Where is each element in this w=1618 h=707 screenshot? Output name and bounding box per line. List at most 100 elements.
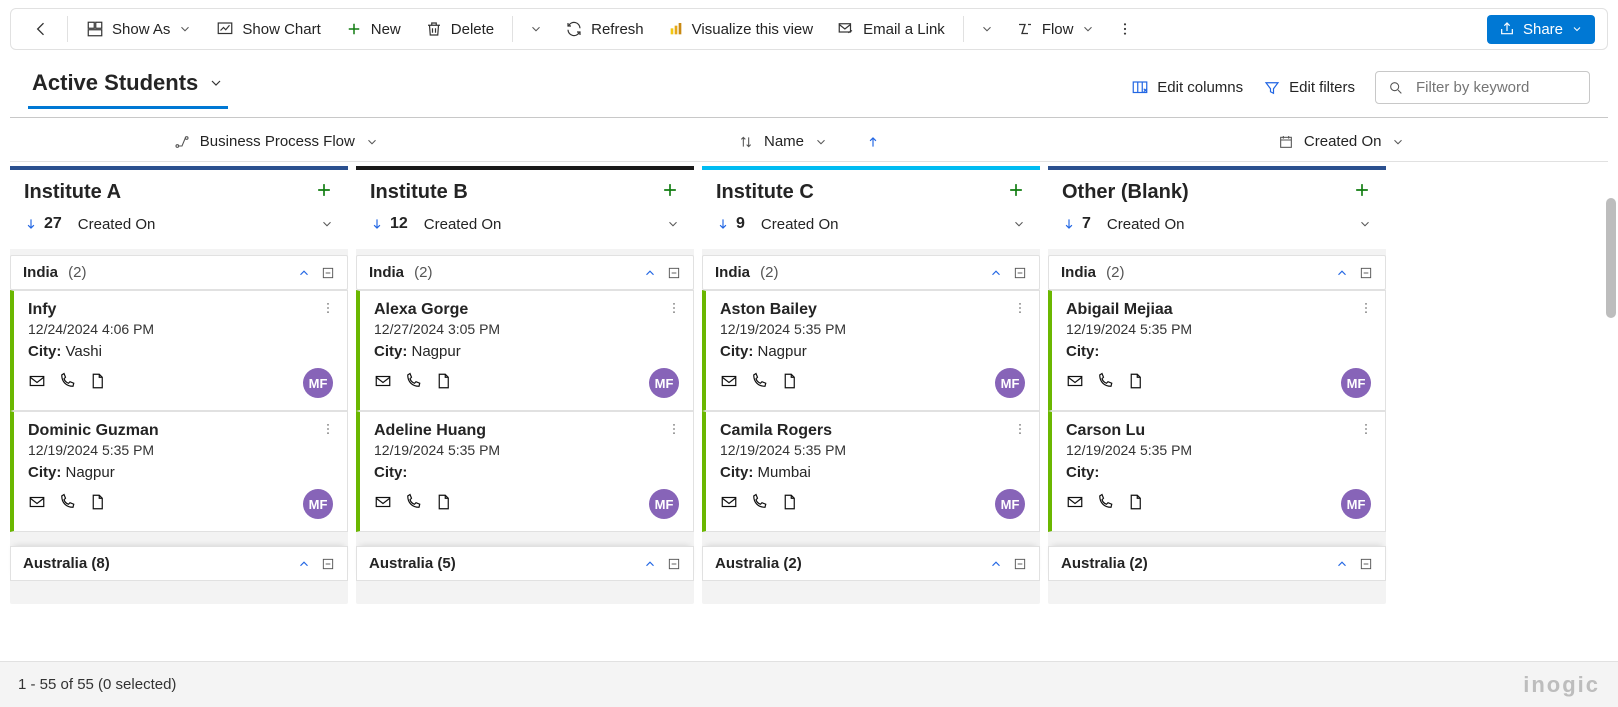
card-menu-button[interactable]: [667, 301, 681, 320]
avatar[interactable]: MF: [303, 368, 333, 398]
kanban-card[interactable]: Abigail Mejiaa12/19/2024 5:35 PMCity: MF: [1048, 290, 1386, 411]
refresh-button[interactable]: Refresh: [555, 14, 654, 44]
card-name: Camila Rogers: [720, 422, 1025, 440]
card-phone-button[interactable]: [750, 372, 768, 395]
group-header[interactable]: Australia (2): [702, 546, 1040, 581]
avatar[interactable]: MF: [1341, 489, 1371, 519]
group-header[interactable]: India (2): [356, 255, 694, 290]
avatar[interactable]: MF: [1341, 368, 1371, 398]
card-menu-button[interactable]: [667, 422, 681, 441]
add-card-button[interactable]: [1352, 180, 1372, 205]
group-header[interactable]: Australia (8): [10, 546, 348, 581]
card-doc-button[interactable]: [88, 493, 106, 516]
card-doc-button[interactable]: [434, 493, 452, 516]
add-card-button[interactable]: [1006, 180, 1026, 205]
card-phone-button[interactable]: [750, 493, 768, 516]
card-menu-button[interactable]: [1359, 422, 1373, 441]
card-mail-button[interactable]: [28, 372, 46, 395]
keyword-search[interactable]: [1375, 71, 1590, 104]
card-doc-button[interactable]: [780, 372, 798, 395]
avatar[interactable]: MF: [995, 368, 1025, 398]
card-mail-button[interactable]: [374, 372, 392, 395]
edit-columns-label: Edit columns: [1157, 79, 1243, 96]
avatar[interactable]: MF: [995, 489, 1025, 519]
card-menu-button[interactable]: [1359, 301, 1373, 320]
overflow-button[interactable]: [1109, 15, 1141, 43]
keyword-search-input[interactable]: [1414, 78, 1577, 97]
sort-created[interactable]: Created On: [1075, 133, 1608, 150]
chevron-up-icon: [297, 266, 311, 280]
lane-count[interactable]: 7: [1062, 215, 1091, 233]
sort-name[interactable]: Name: [543, 133, 1076, 150]
lane-count[interactable]: 27: [24, 215, 62, 233]
sort-bpf[interactable]: Business Process Flow: [10, 133, 543, 150]
card-mail-button[interactable]: [1066, 493, 1084, 516]
email-link-button[interactable]: Email a Link: [827, 14, 955, 44]
card-mail-button[interactable]: [28, 493, 46, 516]
avatar[interactable]: MF: [303, 489, 333, 519]
edit-columns-button[interactable]: Edit columns: [1131, 79, 1243, 97]
share-button[interactable]: Share: [1487, 15, 1595, 44]
card-doc-button[interactable]: [434, 372, 452, 395]
avatar[interactable]: MF: [649, 489, 679, 519]
card-doc-button[interactable]: [1126, 493, 1144, 516]
show-as-label: Show As: [112, 21, 170, 38]
card-menu-button[interactable]: [1013, 422, 1027, 441]
delete-split-button[interactable]: [521, 16, 551, 42]
lane-count[interactable]: 9: [716, 215, 745, 233]
card-mail-button[interactable]: [720, 493, 738, 516]
lane-sort[interactable]: Created On: [761, 216, 1026, 233]
card-mail-button[interactable]: [374, 493, 392, 516]
group-header[interactable]: Australia (2): [1048, 546, 1386, 581]
lane-count[interactable]: 12: [370, 215, 408, 233]
kanban-card[interactable]: Carson Lu12/19/2024 5:35 PMCity: MF: [1048, 411, 1386, 532]
lane-sort[interactable]: Created On: [1107, 216, 1372, 233]
card-phone-button[interactable]: [1096, 493, 1114, 516]
edit-filters-label: Edit filters: [1289, 79, 1355, 96]
group-header[interactable]: India (2): [1048, 255, 1386, 290]
vertical-scrollbar[interactable]: [1606, 198, 1616, 318]
add-card-button[interactable]: [660, 180, 680, 205]
show-as-button[interactable]: Show As: [76, 14, 202, 44]
kanban-card[interactable]: Alexa Gorge12/27/2024 3:05 PMCity: Nagpu…: [356, 290, 694, 411]
visualize-button[interactable]: Visualize this view: [658, 15, 823, 44]
lane-header: Institute A27Created On: [10, 166, 348, 249]
view-selector[interactable]: Active Students: [28, 66, 228, 109]
kanban-card[interactable]: Dominic Guzman12/19/2024 5:35 PMCity: Na…: [10, 411, 348, 532]
kanban-card[interactable]: Adeline Huang12/19/2024 5:35 PMCity: MF: [356, 411, 694, 532]
group-header[interactable]: Australia (5): [356, 546, 694, 581]
email-link-split-button[interactable]: [972, 16, 1002, 42]
card-doc-button[interactable]: [1126, 372, 1144, 395]
card-menu-button[interactable]: [321, 422, 335, 441]
kanban-card[interactable]: Aston Bailey12/19/2024 5:35 PMCity: Nagp…: [702, 290, 1040, 411]
card-phone-button[interactable]: [404, 372, 422, 395]
card-phone-button[interactable]: [1096, 372, 1114, 395]
group-header[interactable]: India (2): [702, 255, 1040, 290]
card-menu-button[interactable]: [321, 301, 335, 320]
add-card-button[interactable]: [314, 180, 334, 205]
back-button[interactable]: [23, 13, 59, 45]
flow-button[interactable]: Flow: [1006, 14, 1106, 44]
card-mail-button[interactable]: [720, 372, 738, 395]
lane-sort[interactable]: Created On: [424, 216, 680, 233]
edit-filters-button[interactable]: Edit filters: [1263, 79, 1355, 97]
show-chart-button[interactable]: Show Chart: [206, 14, 330, 44]
kanban-board: Institute A27Created OnIndia (2)Infy12/2…: [0, 166, 1618, 604]
card-doc-button[interactable]: [780, 493, 798, 516]
chevron-down-icon: [178, 22, 192, 36]
card-phone-button[interactable]: [58, 372, 76, 395]
avatar[interactable]: MF: [649, 368, 679, 398]
kanban-card[interactable]: Camila Rogers12/19/2024 5:35 PMCity: Mum…: [702, 411, 1040, 532]
lane-sort[interactable]: Created On: [78, 216, 334, 233]
delete-button[interactable]: Delete: [415, 14, 504, 44]
card-menu-button[interactable]: [1013, 301, 1027, 320]
more-vertical-icon: [1013, 301, 1027, 315]
card-phone-button[interactable]: [58, 493, 76, 516]
new-button[interactable]: New: [335, 14, 411, 44]
card-mail-button[interactable]: [1066, 372, 1084, 395]
card-phone-button[interactable]: [404, 493, 422, 516]
kanban-card[interactable]: Infy12/24/2024 4:06 PMCity: VashiMF: [10, 290, 348, 411]
more-vertical-icon: [667, 301, 681, 315]
group-header[interactable]: India (2): [10, 255, 348, 290]
card-doc-button[interactable]: [88, 372, 106, 395]
